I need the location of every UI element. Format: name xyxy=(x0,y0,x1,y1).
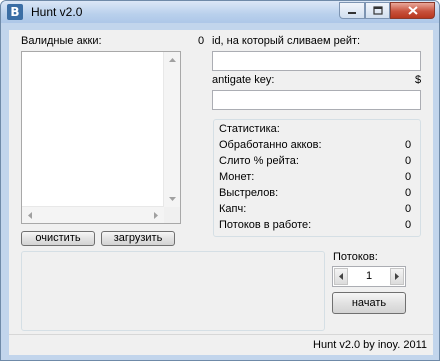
scroll-right-arrow-icon[interactable] xyxy=(148,207,164,223)
window-title: Hunt v2.0 xyxy=(31,5,83,19)
minimize-button[interactable] xyxy=(339,2,365,19)
statistics-title: Статистика: xyxy=(219,123,280,135)
stat-processed-label: Обработанно акков: xyxy=(219,139,322,151)
accounts-count: 0 xyxy=(198,35,205,47)
threads-value[interactable]: 1 xyxy=(349,270,389,282)
threads-spinner[interactable]: 1 xyxy=(332,266,406,287)
target-id-input[interactable] xyxy=(212,51,421,71)
stat-shots-label: Выстрелов: xyxy=(219,187,279,199)
decrement-arrow-icon[interactable] xyxy=(334,268,348,285)
client-area: Валидные акки: 0 очистить загрузить id, … xyxy=(9,30,433,355)
stat-coins-label: Монет: xyxy=(219,171,255,183)
status-text: Hunt v2.0 by inoy. 2011 xyxy=(313,339,427,351)
stat-threads-label: Потоков в работе: xyxy=(219,219,312,231)
scroll-up-arrow-icon[interactable] xyxy=(164,52,180,68)
status-bar: Hunt v2.0 by inoy. 2011 xyxy=(9,334,433,355)
minimize-icon xyxy=(348,11,356,14)
maximize-button[interactable] xyxy=(365,2,390,19)
accounts-list[interactable] xyxy=(21,51,181,224)
stat-rating-value: 0 xyxy=(405,155,412,167)
title-bar[interactable]: B Hunt v2.0 xyxy=(1,1,439,23)
maximize-icon xyxy=(372,6,383,15)
horizontal-scrollbar[interactable] xyxy=(22,206,164,223)
antigate-key-input[interactable] xyxy=(212,90,421,110)
app-window: B Hunt v2.0 Валидные акки: 0 очистить за… xyxy=(0,0,440,361)
stat-rating-label: Слито % рейта: xyxy=(219,155,299,167)
scroll-left-arrow-icon[interactable] xyxy=(22,207,38,223)
load-button[interactable]: загрузить xyxy=(101,231,175,246)
increment-arrow-icon[interactable] xyxy=(390,268,404,285)
accounts-label: Валидные акки: xyxy=(21,35,102,47)
vk-logo-icon: B xyxy=(7,4,23,20)
stat-captchas-label: Капч: xyxy=(219,203,247,215)
log-panel xyxy=(21,251,325,331)
scroll-corner xyxy=(164,207,180,223)
stat-shots-value: 0 xyxy=(405,187,412,199)
clear-button[interactable]: очистить xyxy=(21,231,95,246)
close-icon xyxy=(407,6,418,15)
threads-label: Потоков: xyxy=(333,251,378,263)
scroll-down-arrow-icon[interactable] xyxy=(164,191,180,207)
target-id-label: id, на который сливаем рейт: xyxy=(212,35,361,47)
close-button[interactable] xyxy=(390,2,435,19)
stat-captchas-value: 0 xyxy=(405,203,412,215)
antigate-balance-currency: $ xyxy=(415,74,422,86)
stat-threads-value: 0 xyxy=(405,219,412,231)
start-button[interactable]: начать xyxy=(332,292,406,314)
stat-coins-value: 0 xyxy=(405,171,412,183)
stat-processed-value: 0 xyxy=(405,139,412,151)
antigate-key-label: antigate key: xyxy=(212,74,275,86)
vertical-scrollbar[interactable] xyxy=(163,52,180,207)
